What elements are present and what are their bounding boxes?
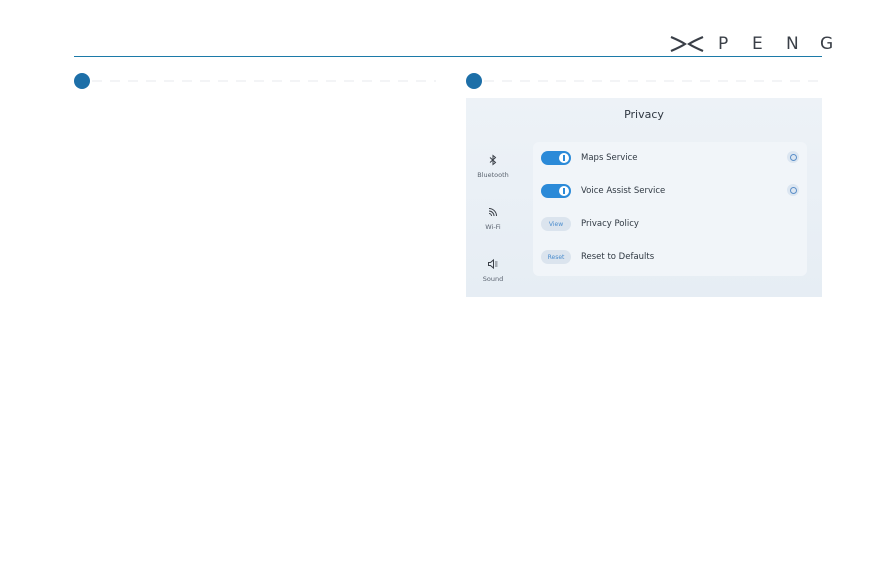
privacy-settings-screen: Privacy Bluetooth Wi-Fi Sound Maps Servi… [466, 98, 822, 297]
speaker-icon [488, 258, 498, 270]
info-icon[interactable] [787, 151, 799, 163]
sidebar-item-label: Bluetooth [477, 171, 509, 179]
voice-assist-row: Voice Assist Service [541, 180, 807, 202]
step-marker-left [74, 73, 90, 89]
maps-service-label: Maps Service [581, 153, 638, 163]
logo-letter: P [718, 34, 729, 54]
xpeng-logo: P E N G [670, 34, 854, 54]
bluetooth-icon [489, 154, 497, 166]
info-icon[interactable] [787, 184, 799, 196]
wifi-icon [488, 208, 497, 217]
maps-service-toggle[interactable] [541, 151, 571, 165]
logo-letter: G [820, 34, 834, 54]
view-button[interactable]: View [541, 217, 571, 231]
sidebar-item-label: Sound [482, 275, 504, 283]
screen-title: Privacy [624, 108, 664, 121]
sidebar-item-wifi[interactable]: Wi-Fi [466, 206, 520, 231]
logo-letter: E [752, 34, 763, 54]
x-logo-mark-icon [670, 35, 704, 53]
maps-service-row: Maps Service [541, 147, 807, 169]
reset-defaults-row: Reset Reset to Defaults [541, 246, 807, 268]
faint-divider-right [484, 80, 822, 82]
voice-assist-label: Voice Assist Service [581, 186, 666, 196]
sidebar-item-bluetooth[interactable]: Bluetooth [466, 154, 520, 179]
reset-defaults-label: Reset to Defaults [581, 252, 655, 262]
step-marker-right [466, 73, 482, 89]
voice-assist-toggle[interactable] [541, 184, 571, 198]
header-rule [74, 56, 822, 57]
logo-letter: N [786, 34, 799, 54]
reset-button[interactable]: Reset [541, 250, 571, 264]
privacy-policy-row: View Privacy Policy [541, 213, 807, 235]
privacy-options-panel: Maps Service Voice Assist Service View P… [533, 142, 807, 276]
sidebar-item-sound[interactable]: Sound [466, 258, 520, 283]
faint-divider-left [92, 80, 436, 82]
privacy-policy-label: Privacy Policy [581, 219, 639, 229]
sidebar-item-label: Wi-Fi [485, 223, 501, 231]
